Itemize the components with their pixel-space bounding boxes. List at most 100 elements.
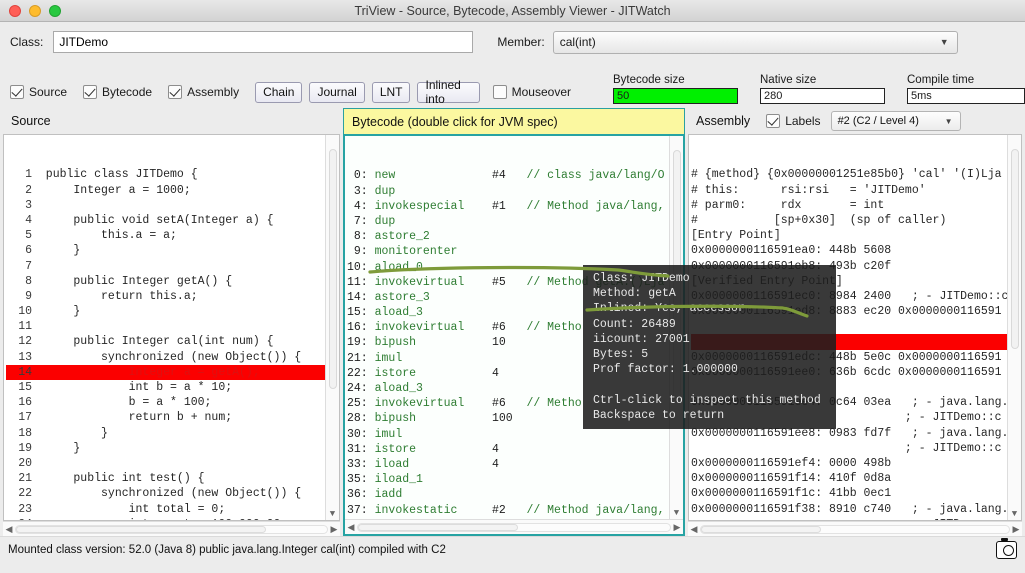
assembly-vertical-scrollbar[interactable]: ▲ ▼	[1007, 135, 1021, 520]
lnt-button[interactable]: LNT	[372, 82, 411, 103]
source-line[interactable]: 16 b = a * 100;	[6, 395, 339, 410]
checkmark-icon	[168, 85, 182, 99]
source-line[interactable]: 15 int b = a * 10;	[6, 380, 339, 395]
assembly-line[interactable]: [Entry Point]	[691, 228, 1021, 243]
source-line[interactable]: 8 public Integer getA() {	[6, 274, 339, 289]
source-line[interactable]: 13 synchronized (new Object()) {	[6, 350, 339, 365]
bytecode-line[interactable]: 36: iadd	[347, 487, 683, 502]
scroll-left-icon[interactable]: ◀	[688, 524, 700, 535]
assembly-horizontal-scrollbar[interactable]: ◀ ▶	[688, 521, 1022, 536]
line-number: 15	[6, 380, 32, 395]
assembly-line[interactable]: # [sp+0x30] (sp of caller)	[691, 213, 1021, 228]
assembly-line[interactable]: 0x0000000116591f14: 410f 0d8a	[691, 471, 1021, 486]
bytecode-operand	[492, 261, 527, 274]
bytecode-horizontal-scrollbar[interactable]: ◀ ▶	[345, 519, 683, 534]
bytecode-line[interactable]: 31: istore 4	[347, 442, 683, 457]
bytecode-line[interactable]: 37: invokestatic #2 // Method java/lang,	[347, 503, 683, 518]
source-line-text	[32, 260, 46, 273]
chevron-down-icon: ▼	[945, 117, 953, 126]
zoom-button[interactable]	[49, 5, 61, 17]
source-line[interactable]: 7	[6, 259, 339, 274]
source-line[interactable]: 14 Integer a = getA();	[6, 365, 339, 380]
source-vertical-scrollbar[interactable]: ▲ ▼	[325, 135, 339, 520]
source-line[interactable]: 11	[6, 319, 339, 334]
source-pane-header: Source	[3, 108, 340, 134]
journal-button[interactable]: Journal	[309, 82, 364, 103]
bytecode-line[interactable]: 33: iload 4	[347, 457, 683, 472]
source-line[interactable]: 9 return this.a;	[6, 289, 339, 304]
bytecode-line[interactable]: 0: new #4 // class java/lang/O	[347, 168, 683, 183]
bytecode-operand: 4	[492, 367, 527, 380]
minimize-button[interactable]	[29, 5, 41, 17]
source-line[interactable]: 3	[6, 198, 339, 213]
source-line-text: synchronized (new Object()) {	[32, 487, 301, 500]
member-select[interactable]: cal(int) ▼	[553, 31, 958, 54]
scroll-down-icon[interactable]: ▼	[670, 507, 683, 519]
source-line[interactable]: 2 Integer a = 1000;	[6, 183, 339, 198]
scrollbar-thumb[interactable]	[329, 149, 337, 389]
inlined-into-button[interactable]: Inlined into	[417, 82, 479, 103]
bytecode-line[interactable]: 9: monitorenter	[347, 244, 683, 259]
bytecode-line[interactable]: 8: astore_2	[347, 229, 683, 244]
source-line[interactable]: 20	[6, 456, 339, 471]
source-line[interactable]: 6 }	[6, 243, 339, 258]
assembly-line[interactable]: # {method} {0x00000001251e85b0} 'cal' '(…	[691, 167, 1021, 182]
bytecode-offset: 21:	[347, 352, 375, 365]
source-line[interactable]: 18 }	[6, 426, 339, 441]
bytecode-line[interactable]: 3: dup	[347, 184, 683, 199]
scrollbar-track[interactable]	[700, 525, 1010, 534]
member-label: Member:	[497, 35, 544, 49]
bytecode-offset: 22:	[347, 367, 375, 380]
compilation-select[interactable]: #2 (C2 / Level 4) ▼	[831, 111, 961, 131]
assembly-line[interactable]: # parm0: rdx = int	[691, 198, 1021, 213]
checkbox-bytecode[interactable]: Bytecode	[83, 85, 152, 99]
source-line[interactable]: 17 return b + num;	[6, 410, 339, 425]
checkbox-labels[interactable]: Labels	[766, 114, 820, 128]
source-line[interactable]: 21 public int test() {	[6, 471, 339, 486]
window-controls[interactable]	[0, 5, 61, 17]
scroll-left-icon[interactable]: ◀	[345, 522, 357, 533]
scroll-left-icon[interactable]: ◀	[3, 524, 15, 535]
scroll-down-icon[interactable]: ▼	[326, 508, 339, 520]
scroll-right-icon[interactable]: ▶	[1010, 524, 1022, 535]
source-line[interactable]: 22 synchronized (new Object()) {	[6, 486, 339, 501]
chain-button[interactable]: Chain	[255, 82, 302, 103]
scrollbar-thumb[interactable]	[701, 526, 821, 533]
bytecode-line[interactable]: 7: dup	[347, 214, 683, 229]
scroll-right-icon[interactable]: ▶	[328, 524, 340, 535]
tooltip-line: Class: JITDemo	[593, 271, 836, 286]
checkbox-mouseover[interactable]: Mouseover	[493, 85, 571, 99]
source-line[interactable]: 12 public Integer cal(int num) {	[6, 334, 339, 349]
bytecode-line[interactable]: 35: iload_1	[347, 472, 683, 487]
source-line[interactable]: 4 public void setA(Integer a) {	[6, 213, 339, 228]
bytecode-line[interactable]: 4: invokespecial #1 // Method java/lang,	[347, 199, 683, 214]
source-horizontal-scrollbar[interactable]: ◀ ▶	[3, 521, 340, 536]
scroll-right-icon[interactable]: ▶	[671, 522, 683, 533]
scrollbar-thumb[interactable]	[358, 524, 518, 531]
source-line[interactable]: 5 this.a = a;	[6, 228, 339, 243]
camera-icon[interactable]	[996, 541, 1017, 559]
assembly-line[interactable]: 0x0000000116591ef4: 0000 498b	[691, 456, 1021, 471]
assembly-line[interactable]: ; - JITDemo::c	[691, 441, 1021, 456]
source-code-area[interactable]: 1 public class JITDemo {2 Integer a = 10…	[3, 134, 340, 521]
scrollbar-thumb[interactable]	[1011, 149, 1019, 349]
source-line[interactable]: 1 public class JITDemo {	[6, 167, 339, 182]
scrollbar-track[interactable]	[357, 523, 671, 532]
line-number: 6	[6, 243, 32, 258]
source-line[interactable]: 19 }	[6, 441, 339, 456]
bytecode-opcode: new	[375, 169, 492, 182]
class-label: Class:	[10, 35, 43, 49]
source-line[interactable]: 10 }	[6, 304, 339, 319]
scroll-down-icon[interactable]: ▼	[1008, 508, 1021, 520]
assembly-line[interactable]: 0x0000000116591f1c: 41bb 0ec1	[691, 486, 1021, 501]
class-input[interactable]: JITDemo	[53, 31, 473, 53]
checkbox-assembly[interactable]: Assembly	[168, 85, 239, 99]
assembly-line[interactable]: 0x0000000116591ea0: 448b 5608	[691, 243, 1021, 258]
assembly-line[interactable]: # this: rsi:rsi = 'JITDemo'	[691, 183, 1021, 198]
close-button[interactable]	[9, 5, 21, 17]
source-line[interactable]: 23 int total = 0;	[6, 502, 339, 517]
checkbox-source[interactable]: Source	[10, 85, 67, 99]
scrollbar-thumb[interactable]	[16, 526, 266, 533]
scrollbar-track[interactable]	[15, 525, 328, 534]
assembly-line[interactable]: 0x0000000116591f38: 8910 c740 ; - java.l…	[691, 502, 1021, 517]
